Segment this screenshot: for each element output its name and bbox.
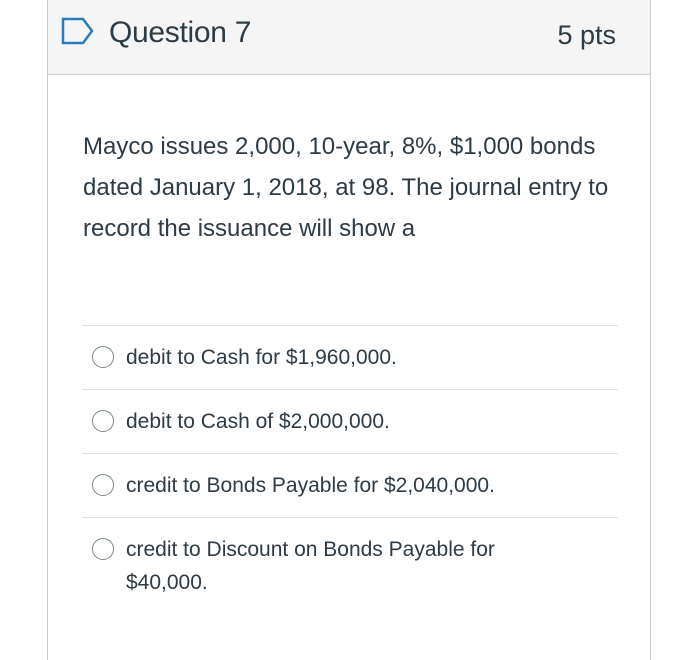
answer-label[interactable]: credit to Bonds Payable for $2,040,000. (126, 469, 566, 502)
question-text: Mayco issues 2,000, 10-year, 8%, $1,000 … (83, 133, 609, 242)
radio-button[interactable] (92, 410, 114, 432)
answer-list: debit to Cash for $1,960,000. debit to C… (82, 325, 618, 627)
answer-option[interactable]: debit to Cash of $2,000,000. (82, 389, 618, 453)
answer-option[interactable]: credit to Bonds Payable for $2,040,000. (82, 453, 618, 517)
question-points: 5 pts (557, 20, 616, 50)
radio-button[interactable] (92, 346, 114, 368)
question-header: Question 7 5 pts (48, 0, 650, 75)
answer-label[interactable]: credit to Discount on Bonds Payable for … (126, 533, 566, 599)
radio-button[interactable] (92, 474, 114, 496)
answer-label[interactable]: debit to Cash of $2,000,000. (126, 405, 566, 438)
answer-option[interactable]: credit to Discount on Bonds Payable for … (82, 517, 618, 627)
answer-option[interactable]: debit to Cash for $1,960,000. (82, 325, 618, 389)
question-title: Question 7 (109, 16, 252, 49)
radio-button[interactable] (92, 538, 114, 560)
flag-question-icon[interactable] (61, 17, 95, 45)
question-card: Question 7 5 pts Mayco issues 2,000, 10-… (47, 0, 651, 660)
answer-label[interactable]: debit to Cash for $1,960,000. (126, 341, 566, 374)
